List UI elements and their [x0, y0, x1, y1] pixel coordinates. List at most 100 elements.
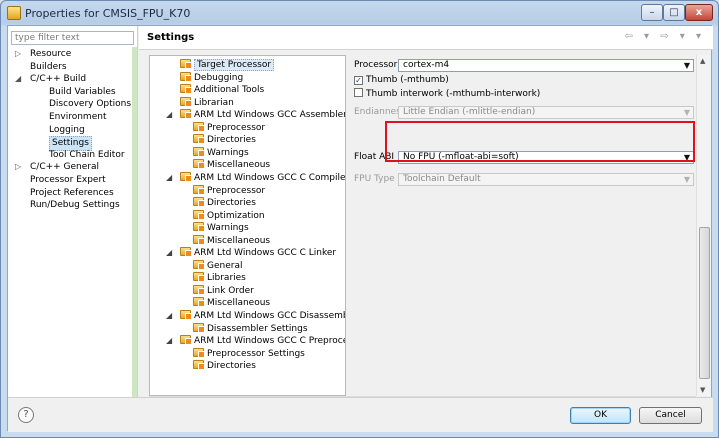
tree-option-node[interactable]: Preprocessor: [193, 121, 265, 135]
maximize-button[interactable]: □: [663, 4, 685, 21]
minimize-button[interactable]: –: [641, 4, 663, 21]
scroll-down-icon[interactable]: ▼: [700, 386, 705, 394]
title-bar[interactable]: Properties for CMSIS_FPU_K70 – □ x: [1, 1, 718, 25]
tree-node-label: Warnings: [207, 223, 249, 234]
settings-folder-icon: [193, 347, 205, 358]
expand-arrow-open-icon[interactable]: ◢: [166, 109, 172, 122]
expand-arrow-open-icon[interactable]: ◢: [166, 335, 172, 348]
nav-item[interactable]: Discovery Options: [8, 98, 132, 111]
tree-node-label: Directories: [207, 361, 256, 372]
chevron-down-icon: ▼: [683, 153, 690, 162]
float-abi-select[interactable]: No FPU (-mfloat-abi=soft) ▼: [398, 151, 694, 164]
tree-option-node[interactable]: Additional Tools: [180, 84, 264, 97]
expand-arrow-open-icon[interactable]: ◢: [15, 73, 21, 86]
thumb-checkbox[interactable]: ✓ Thumb (-mthumb): [354, 75, 449, 85]
tree-option-node[interactable]: Directories: [193, 197, 256, 210]
nav-item-label: Project References: [30, 187, 114, 198]
nav-tree: ▷ Resource Builders ◢ C/C++ Build Build Varia…: [8, 48, 132, 212]
tree-tool-node[interactable]: ◢ ARM Ltd Windows GCC C Compiler: [166, 171, 345, 185]
nav-item[interactable]: Environment: [8, 111, 132, 124]
nav-item[interactable]: Tool Chain Editor: [8, 149, 132, 162]
settings-folder-icon: [193, 159, 205, 170]
float-abi-label: Float ABI: [354, 152, 395, 162]
nav-item-label: Tool Chain Editor: [49, 149, 125, 160]
vertical-scroll-thumb[interactable]: [699, 227, 710, 379]
window-title: Properties for CMSIS_FPU_K70: [25, 7, 191, 20]
tree-option-node[interactable]: Preprocessor Settings: [193, 347, 305, 361]
settings-folder-icon: [180, 71, 192, 82]
tree-option-node[interactable]: General: [193, 259, 242, 273]
nav-item[interactable]: Builders: [8, 61, 132, 74]
chevron-down-icon: ▼: [683, 61, 690, 70]
tree-option-node[interactable]: Miscellaneous: [193, 297, 270, 310]
tree-option-node[interactable]: Miscellaneous: [193, 159, 270, 172]
property-nav-pane: ▷ Resource Builders ◢ C/C++ BuildBuild Varia…: [8, 26, 138, 397]
tree-option-node[interactable]: Optimization: [193, 209, 265, 223]
tree-tool-node[interactable]: ◢ ARM Ltd Windows GCC C Linker: [166, 247, 336, 260]
tree-option-node[interactable]: Debugging: [180, 71, 244, 85]
nav-item[interactable]: ◢ C/C++ Build: [8, 73, 132, 86]
tree-node-label: Directories: [207, 135, 256, 146]
tool-gear-folder-icon: [180, 335, 192, 346]
tree-node-label: Warnings: [207, 147, 249, 158]
nav-item-label: Builders: [30, 61, 67, 72]
tree-option-node[interactable]: Link Order: [193, 284, 254, 298]
tree-option-node[interactable]: Preprocessor: [193, 184, 265, 198]
cancel-button[interactable]: Cancel: [639, 407, 702, 424]
processor-select[interactable]: cortex-m4 ▼: [398, 59, 694, 72]
fpu-type-select: Toolchain Default ▼: [398, 173, 694, 186]
scroll-up-icon[interactable]: ▲: [700, 57, 705, 65]
nav-item[interactable]: Processor Expert: [8, 174, 132, 187]
tree-tool-node[interactable]: ◢ ARM Ltd Windows GCC Disassembler: [166, 310, 345, 323]
nav-item[interactable]: Project References: [8, 187, 132, 200]
tree-node-label: Link Order: [207, 285, 254, 296]
history-nav-arrows-icon[interactable]: ⇦ ▾ ⇨ ▾ ▾: [624, 31, 705, 42]
expand-arrow-open-icon[interactable]: ◢: [166, 310, 172, 323]
settings-folder-icon: [193, 146, 205, 157]
tree-option-node[interactable]: Miscellaneous: [193, 234, 270, 248]
tree-node-label: Miscellaneous: [207, 160, 271, 171]
nav-item[interactable]: Build Variables: [8, 86, 132, 99]
expand-arrow-open-icon[interactable]: ◢: [166, 247, 172, 260]
dialog-client: ▷ Resource Builders ◢ C/C++ BuildBuild Varia…: [7, 25, 713, 432]
settings-folder-icon: [193, 121, 205, 132]
tree-option-node[interactable]: Target Processor: [180, 59, 275, 72]
nav-item-label: Environment: [49, 111, 107, 122]
float-abi-value: No FPU (-mfloat-abi=soft): [403, 152, 519, 162]
nav-pane-edge: [132, 47, 137, 397]
close-button[interactable]: x: [685, 4, 713, 21]
tree-option-node[interactable]: Libraries: [193, 272, 246, 285]
filter-input[interactable]: [11, 31, 134, 45]
processor-value: cortex-m4: [403, 60, 450, 70]
tree-option-node[interactable]: Librarian: [180, 96, 234, 110]
tree-option-node[interactable]: Directories: [193, 134, 256, 147]
tree-option-node[interactable]: Warnings: [193, 222, 249, 235]
expand-arrow-open-icon[interactable]: ◢: [166, 172, 172, 185]
settings-folder-icon: [193, 234, 205, 245]
expand-arrow-closed-icon[interactable]: ▷: [15, 161, 21, 174]
tree-option-node[interactable]: Directories: [193, 360, 256, 373]
tree-tool-node[interactable]: ◢ ARM Ltd Windows GCC C Preprocessor: [166, 335, 345, 348]
expand-arrow-closed-icon[interactable]: ▷: [15, 48, 21, 61]
nav-item[interactable]: ▷ Resource: [8, 48, 132, 61]
settings-folder-icon: [193, 209, 205, 220]
help-icon[interactable]: ?: [18, 407, 34, 423]
tree-node-label: Librarian: [194, 97, 234, 108]
nav-item-label: Processor Expert: [30, 174, 106, 185]
tree-option-node[interactable]: Warnings: [193, 146, 249, 160]
chevron-down-icon: ▼: [683, 175, 690, 184]
nav-item[interactable]: Logging: [8, 124, 132, 137]
tree-node-label: Debugging: [194, 72, 244, 83]
nav-item[interactable]: ▷ C/C++ General: [8, 161, 132, 174]
nav-item[interactable]: Settings: [8, 136, 132, 151]
thumb-interwork-checkbox[interactable]: Thumb interwork (-mthumb-interwork): [354, 88, 540, 99]
check-mark-icon: ✓: [354, 76, 363, 85]
page-title: Settings: [147, 32, 195, 43]
tree-tool-node[interactable]: ◢ ARM Ltd Windows GCC Assembler: [166, 109, 345, 122]
tool-settings-tree: Target Processor Debugging Additional Tool…: [149, 55, 346, 396]
tree-option-node[interactable]: Disassembler Settings: [193, 322, 308, 336]
nav-item[interactable]: Run/Debug Settings: [8, 199, 132, 212]
vertical-scrollbar[interactable]: ▲ ▼: [696, 55, 711, 396]
tool-gear-folder-icon: [180, 310, 192, 320]
ok-button[interactable]: OK: [570, 407, 631, 424]
